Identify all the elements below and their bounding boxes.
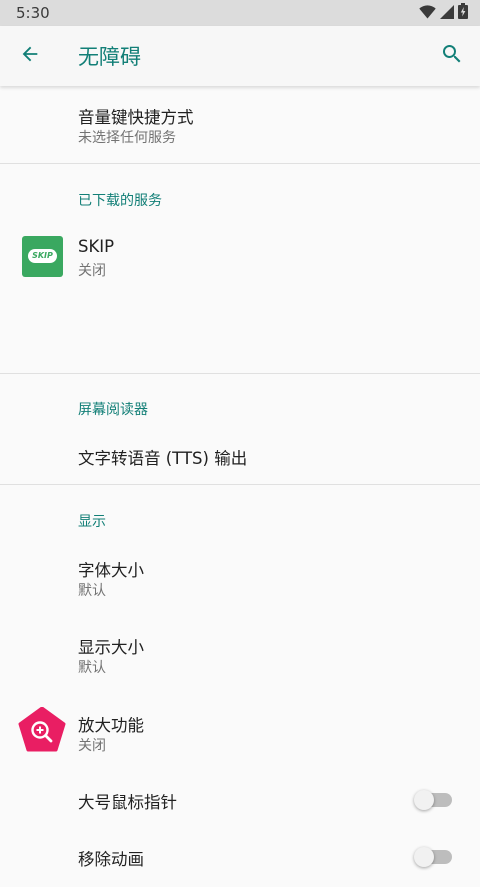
font-size-summary: 默认 (78, 583, 106, 599)
large-pointer-switch[interactable] (414, 790, 452, 810)
category-downloaded-services: 已下载的服务 (78, 193, 162, 209)
status-icons (419, 3, 468, 23)
font-size-title: 字体大小 (78, 561, 144, 580)
large-pointer-title: 大号鼠标指针 (78, 793, 177, 812)
app-bar: 无障碍 (0, 26, 480, 86)
arrow-back-icon (19, 43, 41, 69)
status-time: 5:30 (16, 4, 50, 22)
switch-thumb (414, 790, 434, 810)
skip-summary: 关闭 (78, 263, 106, 279)
skip-service-item[interactable]: SKIP SKIP 关闭 (0, 218, 480, 296)
display-size-item[interactable]: 显示大小 默认 (0, 617, 480, 694)
display-size-summary: 默认 (78, 660, 106, 676)
search-button[interactable] (436, 40, 468, 72)
display-size-title: 显示大小 (78, 638, 144, 657)
back-button[interactable] (14, 40, 46, 72)
switch-thumb (414, 847, 434, 867)
skip-app-icon: SKIP (22, 236, 63, 277)
remove-animations-item[interactable]: 移除动画 (0, 829, 480, 887)
tts-output-title: 文字转语音 (TTS) 输出 (78, 449, 248, 468)
skip-title: SKIP (78, 237, 115, 256)
magnification-item[interactable]: 放大功能 关闭 (0, 694, 480, 771)
category-display: 显示 (78, 514, 106, 530)
status-bar: 5:30 (0, 0, 480, 26)
divider (0, 163, 480, 164)
search-icon (440, 42, 464, 70)
tts-output-item[interactable]: 文字转语音 (TTS) 输出 (0, 428, 480, 484)
skip-icon-label: SKIP (32, 251, 53, 260)
magnification-summary: 关闭 (78, 738, 106, 754)
magnification-title: 放大功能 (78, 716, 144, 735)
remove-animations-title: 移除动画 (78, 850, 144, 869)
divider (0, 373, 480, 374)
volume-shortcut-title: 音量键快捷方式 (78, 108, 194, 127)
wifi-icon (419, 4, 436, 23)
volume-shortcut-item[interactable]: 音量键快捷方式 未选择任何服务 (0, 86, 480, 163)
category-screen-reader: 屏幕阅读器 (78, 402, 148, 418)
large-pointer-item[interactable]: 大号鼠标指针 (0, 771, 480, 829)
magnification-icon (18, 706, 66, 753)
page-title: 无障碍 (78, 45, 141, 69)
font-size-item[interactable]: 字体大小 默认 (0, 540, 480, 617)
remove-animations-switch[interactable] (414, 847, 452, 867)
battery-icon (458, 3, 468, 23)
volume-shortcut-summary: 未选择任何服务 (78, 130, 176, 146)
signal-icon (440, 4, 454, 23)
divider (0, 484, 480, 485)
